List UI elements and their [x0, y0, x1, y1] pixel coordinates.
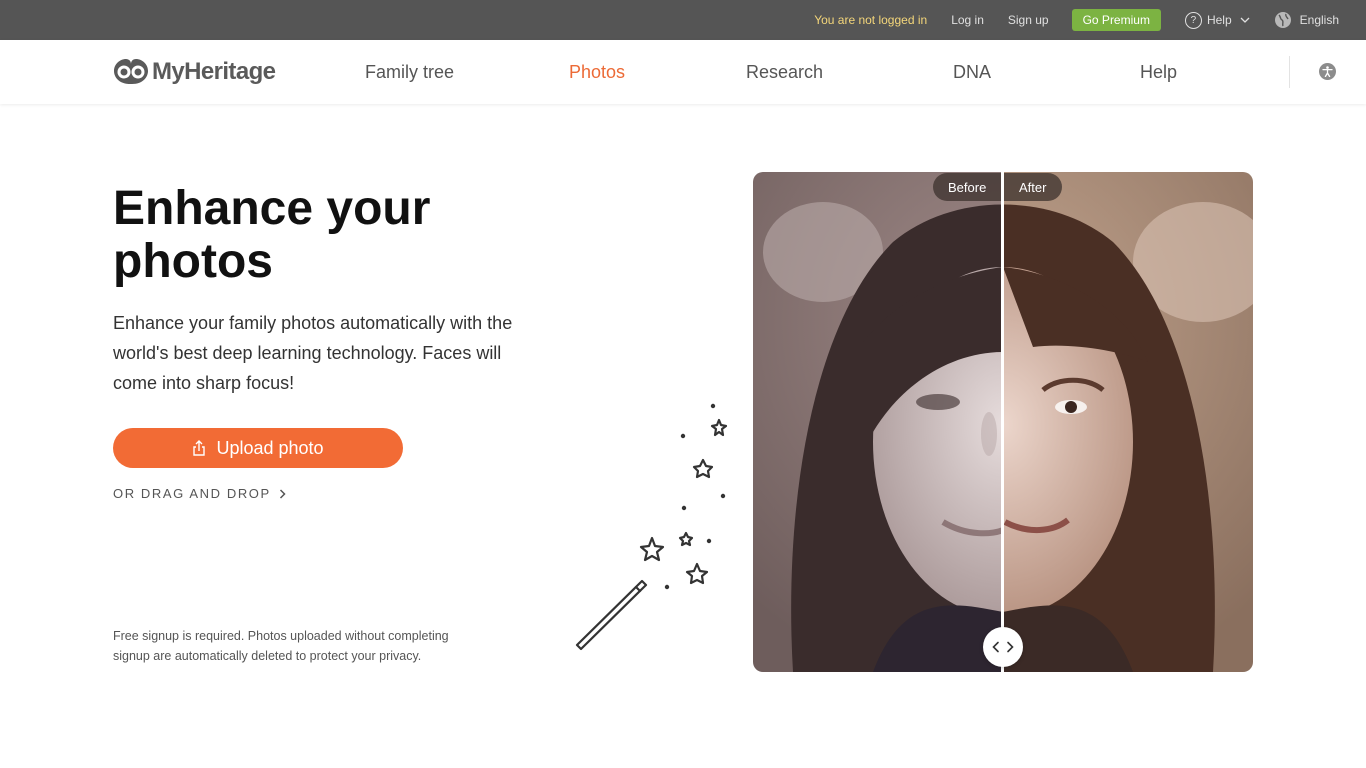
help-menu-label: Help [1206, 13, 1232, 27]
login-status: You are not logged in [814, 13, 928, 27]
left-right-arrows-icon [992, 641, 1014, 653]
login-link[interactable]: Log in [951, 13, 984, 27]
chevron-down-icon [1240, 17, 1250, 23]
magic-wand-illustration [575, 403, 728, 651]
question-icon: ? [1184, 11, 1202, 29]
comparison-slider-handle[interactable] [983, 627, 1023, 667]
comparison-divider [1001, 172, 1004, 672]
top-utility-bar: You are not logged in Log in Sign up Go … [0, 0, 1366, 40]
accessibility-icon[interactable] [1319, 63, 1336, 80]
nav-family-tree[interactable]: Family tree [365, 40, 454, 104]
after-label: After [1004, 173, 1062, 201]
language-selector[interactable]: English [1274, 11, 1339, 29]
nav-research[interactable]: Research [746, 40, 823, 104]
main-nav: MyHeritage Family tree Photos Research D… [0, 40, 1366, 104]
signup-link[interactable]: Sign up [1008, 13, 1049, 27]
myheritage-logo-icon [114, 59, 148, 84]
nav-help[interactable]: Help [1140, 40, 1177, 104]
nav-dna[interactable]: DNA [953, 40, 991, 104]
nav-photos[interactable]: Photos [569, 40, 625, 104]
myheritage-logo[interactable]: MyHeritage [113, 57, 276, 87]
chevron-right-icon [279, 488, 286, 499]
upload-photo-button[interactable]: Upload photo [113, 428, 403, 468]
upload-icon [193, 440, 206, 456]
drag-and-drop-label: OR DRAG AND DROP [113, 486, 271, 501]
go-premium-button[interactable]: Go Premium [1071, 9, 1161, 31]
nav-divider [1289, 56, 1290, 88]
hero-description: Enhance your family photos automatically… [113, 313, 513, 393]
before-label: Before [933, 173, 1001, 201]
privacy-notice: Free signup is required. Photos uploaded… [113, 629, 449, 663]
drag-and-drop-link[interactable]: OR DRAG AND DROP [113, 486, 286, 501]
globe-icon [1274, 11, 1292, 29]
upload-photo-label: Upload photo [216, 437, 324, 458]
page-title: Enhance your photos [113, 182, 431, 288]
logo-wordmark: MyHeritage [152, 58, 276, 85]
language-label: English [1299, 13, 1339, 27]
help-menu[interactable]: ? Help [1184, 11, 1250, 29]
